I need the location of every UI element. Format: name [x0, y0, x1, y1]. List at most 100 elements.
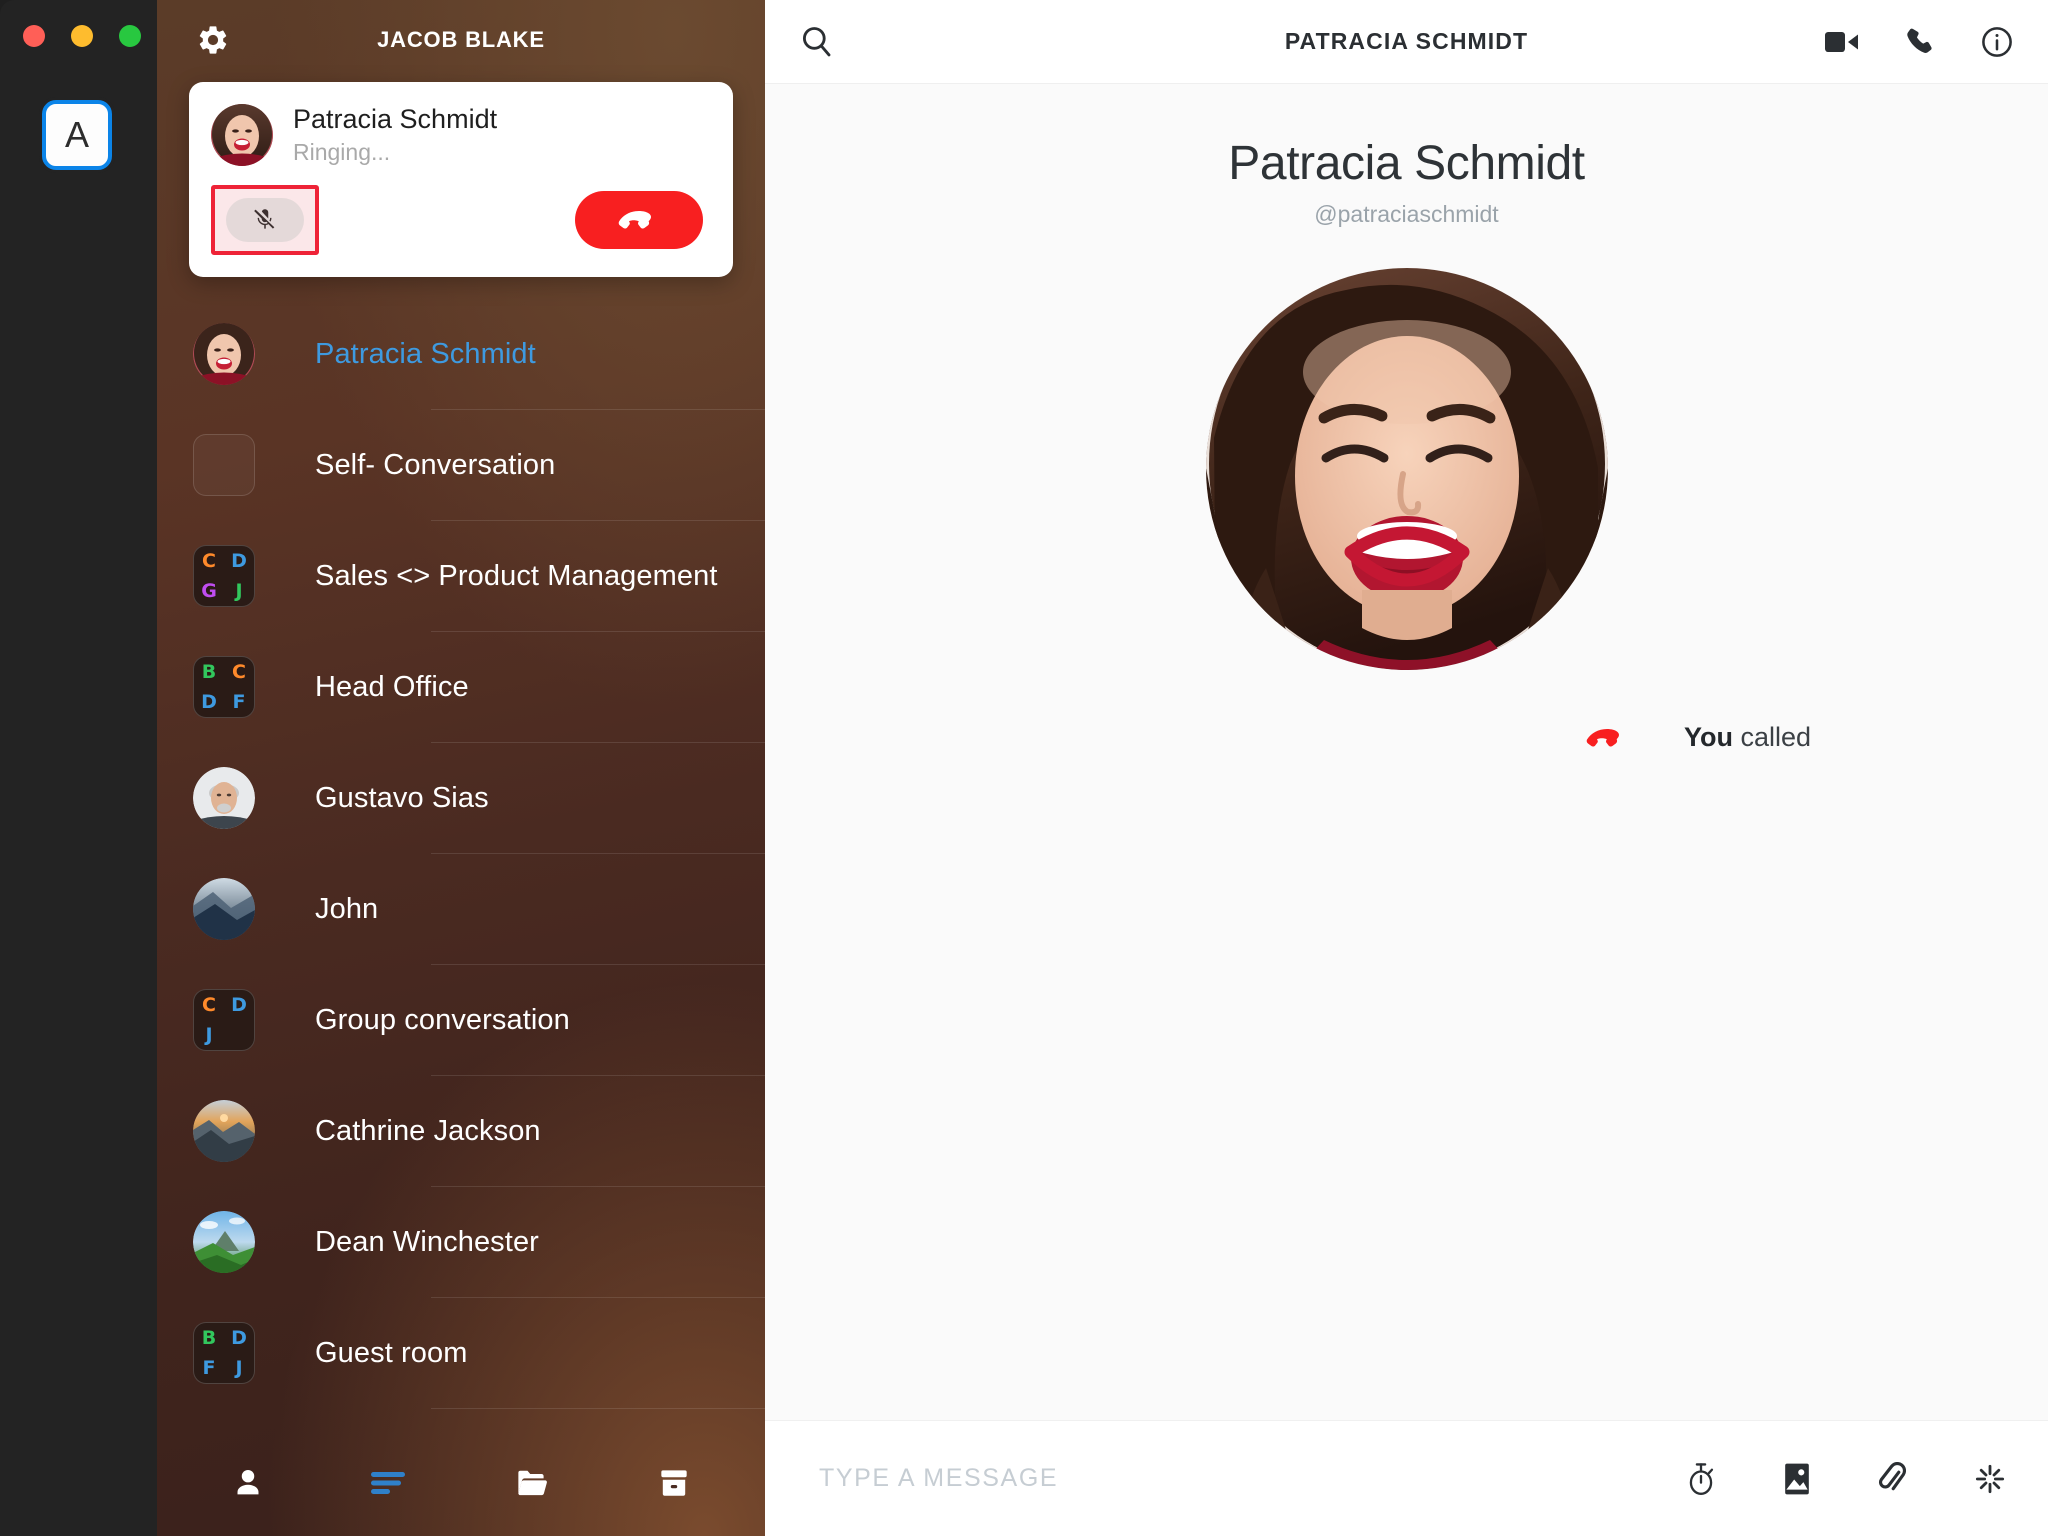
- call-ended-icon: [1585, 727, 1629, 749]
- profile-name: Patracia Schmidt: [1228, 137, 1585, 190]
- sidebar-tabbar: [157, 1430, 765, 1536]
- zoom-window-button[interactable]: [119, 25, 141, 47]
- avatar: [193, 1100, 255, 1163]
- search-button[interactable]: [799, 24, 835, 60]
- image-icon: [1784, 1462, 1810, 1496]
- conversation-name: Cathrine Jackson: [315, 1114, 541, 1147]
- conversation-item-patracia-schmidt[interactable]: Patracia Schmidt: [157, 299, 765, 410]
- message-composer: [765, 1420, 2048, 1536]
- window-traffic-lights: [23, 25, 141, 47]
- ping-icon: [1974, 1463, 2006, 1495]
- conversation-name: John: [315, 892, 379, 925]
- initial-letter: F: [232, 690, 246, 713]
- conversation-name: Patracia Schmidt: [315, 337, 536, 370]
- tab-conversations[interactable]: [354, 1452, 426, 1514]
- conversation-name: Group conversation: [315, 1003, 570, 1036]
- attach-image-button[interactable]: [1784, 1462, 1810, 1496]
- conversation-name: Gustavo Sias: [315, 781, 489, 814]
- conversation-item-self-conversation[interactable]: Self- Conversation: [157, 410, 765, 521]
- gear-icon: [196, 23, 230, 57]
- attach-file-button[interactable]: [1878, 1461, 1906, 1496]
- initial-letter: C: [202, 993, 216, 1016]
- timed-message-button[interactable]: [1686, 1462, 1716, 1496]
- avatar-initials-grid: C D J: [193, 989, 255, 1052]
- tab-archive[interactable]: [638, 1452, 710, 1514]
- call-card-name: Patracia Schmidt: [293, 104, 498, 134]
- search-icon: [799, 24, 835, 60]
- initial-letter: D: [231, 549, 247, 572]
- person-icon: [231, 1466, 265, 1500]
- avatar: [193, 878, 255, 941]
- initial-letter: D: [231, 993, 247, 1016]
- avatar: [193, 434, 255, 497]
- system-message-rest: called: [1733, 722, 1812, 752]
- profile-handle: @patraciaschmidt: [1314, 201, 1499, 227]
- avatar-initials-grid: B C D F: [193, 656, 255, 719]
- initial-letter: C: [232, 660, 246, 683]
- conversation-item-john[interactable]: John: [157, 854, 765, 965]
- attachment-icon: [1878, 1461, 1906, 1496]
- chat-panel: PATRACIA SCHMIDT Patracia Schmidt @patra…: [765, 0, 2048, 1536]
- close-window-button[interactable]: [23, 25, 45, 47]
- call-card-avatar: [211, 104, 273, 167]
- avatar-initials-grid: B D F J: [193, 1322, 255, 1385]
- sidebar-header: JACOB BLAKE: [157, 0, 765, 80]
- avatar-initials-grid: C D G J: [193, 545, 255, 608]
- video-call-button[interactable]: [1824, 29, 1860, 55]
- initial-letter: C: [202, 549, 216, 572]
- conversation-item-head-office[interactable]: B C D F Head Office: [157, 632, 765, 743]
- chat-body: Patracia Schmidt @patraciaschmidt You ca…: [765, 84, 2048, 1420]
- conversation-name: Sales <> Product Management: [315, 559, 718, 592]
- conversation-info-button[interactable]: [1980, 25, 2014, 59]
- mute-button-highlight: [211, 184, 319, 255]
- conversation-item-dean-winchester[interactable]: Dean Winchester: [157, 1187, 765, 1298]
- phone-icon: [1904, 26, 1936, 58]
- initial-letter: B: [201, 660, 217, 683]
- initial-letter: J: [235, 1356, 243, 1379]
- chat-header: PATRACIA SCHMIDT: [765, 0, 2048, 84]
- sidebar-account-name: JACOB BLAKE: [377, 27, 545, 52]
- audio-call-button[interactable]: [1904, 26, 1936, 58]
- initial-letter: G: [201, 579, 217, 602]
- microphone-muted-icon: [252, 207, 278, 233]
- call-card-contact: Patracia Schmidt Ringing...: [211, 104, 707, 167]
- account-rail: A: [0, 0, 157, 1536]
- conversation-item-guest-room[interactable]: B D F J Guest room: [157, 1298, 765, 1409]
- call-card-actions: [211, 184, 707, 255]
- avatar: [193, 767, 255, 830]
- call-end-icon: [617, 209, 661, 231]
- account-tile-label: A: [64, 114, 89, 155]
- conversation-name: Self- Conversation: [315, 448, 556, 481]
- mute-microphone-button[interactable]: [226, 197, 304, 242]
- end-call-button[interactable]: [575, 190, 703, 249]
- call-card-status: Ringing...: [293, 138, 391, 165]
- send-ping-button[interactable]: [1974, 1463, 2006, 1495]
- timer-icon: [1686, 1462, 1716, 1496]
- conversation-item-gustavo-sias[interactable]: Gustavo Sias: [157, 743, 765, 854]
- chat-header-actions: [1824, 25, 2014, 59]
- conversation-name: Head Office: [315, 670, 469, 703]
- conversation-item-sales-product-management[interactable]: C D G J Sales <> Product Management: [157, 521, 765, 632]
- tab-contacts[interactable]: [212, 1452, 284, 1514]
- call-card-text: Patracia Schmidt Ringing...: [293, 104, 497, 167]
- conversation-name: Guest room: [315, 1336, 468, 1369]
- profile-avatar: [1205, 268, 1608, 670]
- system-message-actor: You: [1684, 722, 1733, 752]
- video-camera-icon: [1824, 29, 1860, 55]
- initial-letter: B: [201, 1326, 217, 1349]
- conversation-list: Patracia Schmidt Self- Conversation C D …: [157, 299, 765, 1430]
- avatar: [193, 323, 255, 386]
- contact-profile: Patracia Schmidt @patraciaschmidt: [765, 84, 2048, 670]
- message-input[interactable]: [819, 1464, 1646, 1493]
- conversation-item-group-conversation[interactable]: C D J Group conversation: [157, 965, 765, 1076]
- settings-button[interactable]: [191, 18, 235, 62]
- initial-letter: J: [235, 579, 243, 602]
- system-message-text: You called: [1684, 722, 1811, 753]
- tab-files[interactable]: [496, 1452, 568, 1514]
- account-tile[interactable]: A: [42, 100, 112, 170]
- archive-icon: [658, 1468, 690, 1498]
- minimize-window-button[interactable]: [71, 25, 93, 47]
- initial-letter: D: [231, 1326, 247, 1349]
- conversation-name: Dean Winchester: [315, 1225, 539, 1258]
- conversation-item-cathrine-jackson[interactable]: Cathrine Jackson: [157, 1076, 765, 1187]
